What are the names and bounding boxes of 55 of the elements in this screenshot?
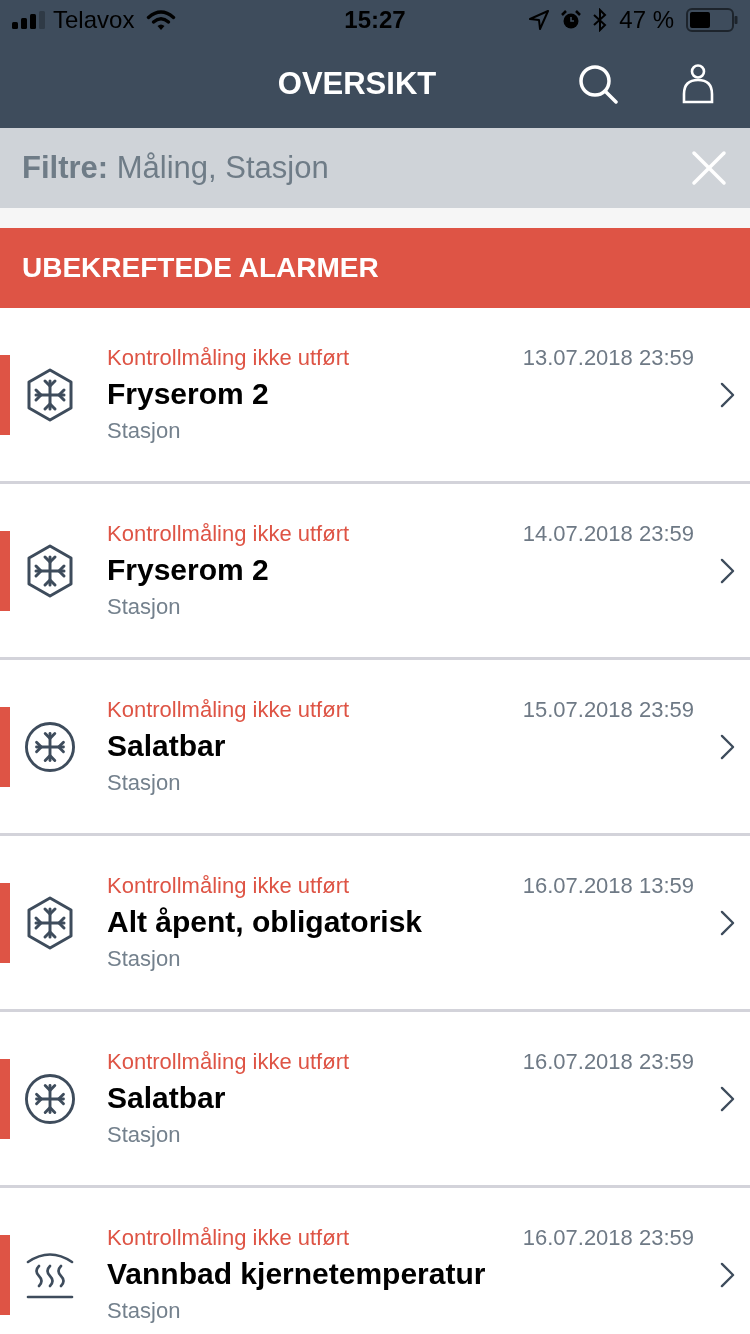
chevron-right-icon bbox=[720, 381, 735, 408]
alarm-timestamp: 14.07.2018 23:59 bbox=[522, 519, 694, 548]
alarm-list-item[interactable]: Kontrollmåling ikke utført 16.07.2018 23:59 Salatbar Stasjon bbox=[0, 1012, 750, 1188]
alarm-location-type: Stasjon bbox=[107, 416, 181, 445]
alarm-timestamp: 15.07.2018 23:59 bbox=[522, 695, 694, 724]
alarm-location-name: Salatbar bbox=[107, 1079, 226, 1116]
hexagon-snowflake-icon bbox=[27, 543, 73, 598]
alarm-location-type: Stasjon bbox=[107, 768, 181, 797]
section-title: UBEKREFTEDE ALARMER bbox=[22, 252, 379, 284]
alarm-timestamp: 16.07.2018 23:59 bbox=[522, 1047, 694, 1076]
alarm-list-item[interactable]: Kontrollmåling ikke utført 15.07.2018 23:59 Salatbar Stasjon bbox=[0, 660, 750, 836]
alarm-message: Kontrollmåling ikke utført bbox=[107, 1047, 350, 1076]
alarm-message: Kontrollmåling ikke utført bbox=[107, 695, 350, 724]
alarm-list-item[interactable]: Kontrollmåling ikke utført 14.07.2018 23:59 Fryserom 2 Stasjon bbox=[0, 484, 750, 660]
alarm-message: Kontrollmåling ikke utført bbox=[107, 343, 350, 372]
alarm-timestamp: 13.07.2018 23:59 bbox=[522, 343, 694, 372]
alarm-location-name: Fryserom 2 bbox=[107, 551, 269, 588]
alarm-location-name: Salatbar bbox=[107, 727, 226, 764]
wifi-icon bbox=[146, 9, 177, 31]
carrier-name: Telavox bbox=[53, 6, 135, 34]
alarm-location-name: Fryserom 2 bbox=[107, 375, 269, 412]
alarm-location-type: Stasjon bbox=[107, 944, 181, 973]
chevron-right-icon bbox=[720, 1261, 735, 1288]
active-filters-text: Filtre: Måling, Stasjon bbox=[22, 150, 329, 186]
location-arrow-icon bbox=[529, 10, 550, 30]
alarm-message: Kontrollmåling ikke utført bbox=[107, 871, 350, 900]
alarm-message: Kontrollmåling ikke utført bbox=[107, 1223, 350, 1252]
alarm-clock-icon bbox=[561, 10, 582, 30]
alarm-location-type: Stasjon bbox=[107, 592, 181, 621]
chevron-right-icon bbox=[720, 733, 735, 760]
alarm-timestamp: 16.07.2018 13:59 bbox=[522, 871, 694, 900]
bluetooth-icon bbox=[593, 8, 608, 32]
battery-icon bbox=[686, 8, 738, 32]
alarm-timestamp: 16.07.2018 23:59 bbox=[522, 1223, 694, 1252]
chevron-right-icon bbox=[720, 909, 735, 936]
user-profile-icon[interactable] bbox=[682, 64, 714, 104]
screen-title: OVERSIKT bbox=[277, 66, 437, 102]
alarm-location-name: Vannbad kjernetemperatur bbox=[107, 1255, 486, 1292]
hexagon-snowflake-icon bbox=[27, 895, 73, 950]
alarm-location-type: Stasjon bbox=[107, 1296, 181, 1325]
alarm-location-type: Stasjon bbox=[107, 1120, 181, 1149]
clock-time: 15:27 bbox=[344, 6, 406, 34]
alarm-list-item[interactable]: Kontrollmåling ikke utført 16.07.2018 23:59 Vannbad kjernetemperatur Stasjon bbox=[0, 1188, 750, 1334]
circle-snowflake-icon bbox=[25, 720, 75, 773]
circle-snowflake-icon bbox=[25, 1072, 75, 1125]
hexagon-snowflake-icon bbox=[27, 367, 73, 422]
chevron-right-icon bbox=[720, 1085, 735, 1112]
alarm-location-name: Alt åpent, obligatorisk bbox=[107, 903, 423, 940]
chevron-right-icon bbox=[720, 557, 735, 584]
alarm-list-item[interactable]: Kontrollmåling ikke utført 16.07.2018 13:59 Alt åpent, obligatorisk Stasjon bbox=[0, 836, 750, 1012]
alarm-message: Kontrollmåling ikke utført bbox=[107, 519, 350, 548]
search-icon[interactable] bbox=[578, 64, 618, 104]
alarm-list-item[interactable]: Kontrollmåling ikke utført 13.07.2018 23:59 Fryserom 2 Stasjon bbox=[0, 308, 750, 484]
battery-percentage: 47 % bbox=[619, 6, 674, 34]
signal-icon bbox=[12, 11, 45, 29]
